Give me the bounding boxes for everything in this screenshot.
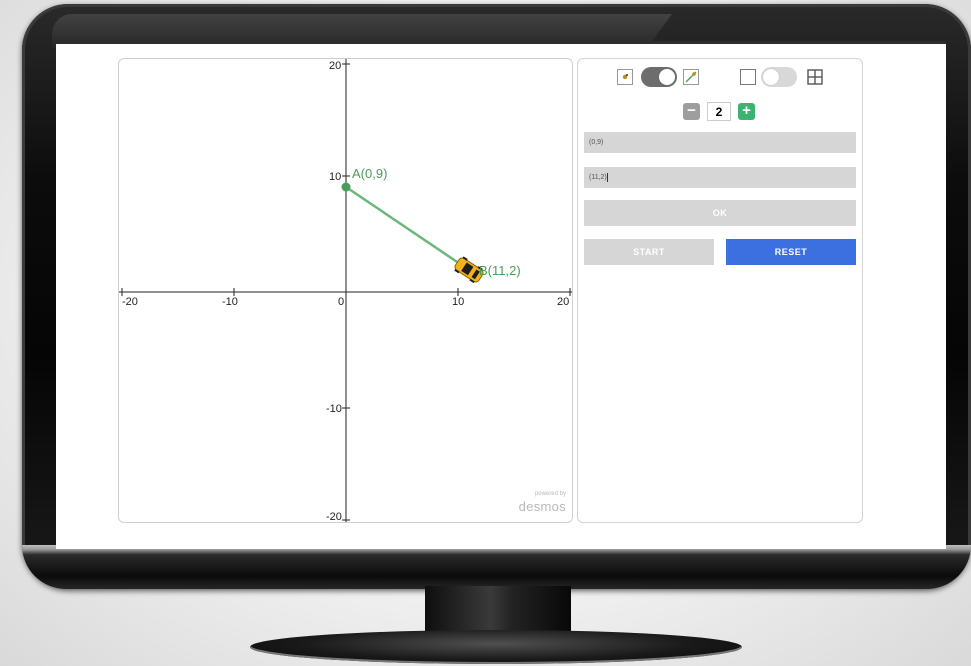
desmos-logo: desmos [518,499,566,514]
x-tick-label: 20 [557,296,569,308]
point-input-2-value: (11,2) [589,174,607,181]
x-tick-label: -20 [122,296,138,308]
x-tick-label: -10 [222,296,238,308]
control-panel: − 2 + (0,9) (11,2) OK START RESET [577,58,863,523]
powered-by-text: powered by [534,491,566,497]
text-cursor [606,172,608,182]
grid-icon[interactable] [807,69,823,85]
segment-ab[interactable] [345,185,470,272]
decrement-button[interactable]: − [683,103,700,120]
y-tick-label: 10 [329,171,341,183]
graph-canvas[interactable]: -20 -10 0 10 20 20 10 -10 -20 A(0,9) B(1… [119,59,572,522]
y-tick-label: 20 [329,60,341,72]
mode-toggle-row [578,67,862,89]
empty-square-icon[interactable] [740,69,756,85]
monitor-stand-base [250,630,742,664]
graph-panel[interactable]: -20 -10 0 10 20 20 10 -10 -20 A(0,9) B(1… [118,58,573,523]
point-a-label: A(0,9) [352,166,387,181]
reset-button[interactable]: RESET [726,239,856,265]
monitor-chin [22,545,971,589]
y-tick-label: -20 [326,511,342,522]
line-icon[interactable] [683,69,699,85]
desmos-watermark: powered by desmos [519,491,566,516]
toggle-knob [659,69,675,85]
x-tick-label: 10 [452,296,464,308]
point-line-toggle[interactable] [641,67,677,87]
point-input-1[interactable]: (0,9) [584,132,856,153]
grid-toggle[interactable] [761,67,797,87]
count-value[interactable]: 2 [707,102,731,121]
point-input-2[interactable]: (11,2) [584,167,856,188]
x-tick-label: 0 [338,296,344,308]
point-icon[interactable] [617,69,633,85]
point-a[interactable] [341,182,351,192]
start-button[interactable]: START [584,239,714,265]
y-tick-label: -10 [326,403,342,415]
ok-button[interactable]: OK [584,200,856,226]
toggle-knob [763,69,779,85]
increment-button[interactable]: + [738,103,755,120]
point-b-label: B(11,2) [479,263,521,278]
monitor-screen: -20 -10 0 10 20 20 10 -10 -20 A(0,9) B(1… [56,41,946,549]
